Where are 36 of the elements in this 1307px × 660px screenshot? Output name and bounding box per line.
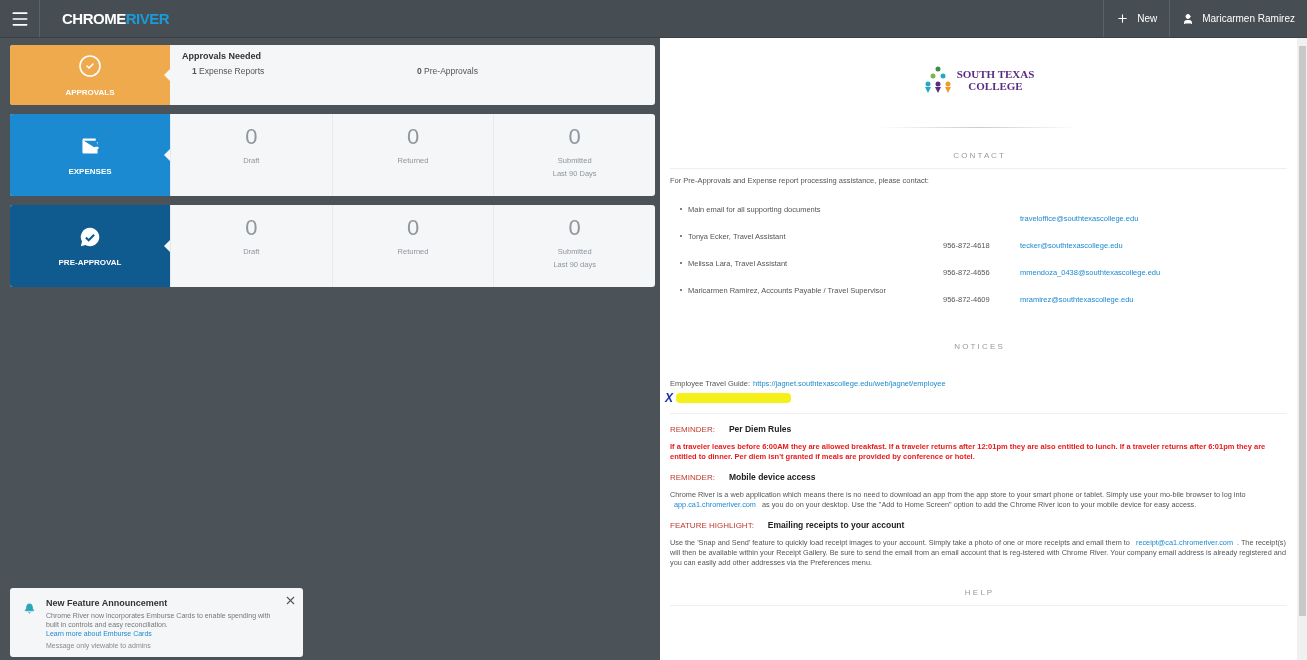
notice-title: Emailing receipts to your account <box>767 520 905 530</box>
check-circle-icon <box>78 53 102 78</box>
user-icon <box>1182 12 1195 25</box>
stat-value: 0 <box>245 124 258 150</box>
brand-logo-text: RIVER <box>125 10 169 27</box>
chat-check-icon <box>79 225 101 248</box>
section-heading: N O T I C E S <box>953 342 1004 353</box>
tile-tab[interactable]: EXPENSES <box>10 114 170 196</box>
notice-title: Per Diem Rules <box>728 424 792 434</box>
college-name: SOUTH TEXAS <box>956 68 1035 80</box>
bell-icon <box>24 603 35 614</box>
stat-value: 0 <box>568 124 581 150</box>
close-button[interactable] <box>284 594 297 607</box>
tile-tab[interactable]: PRE-APPROVAL <box>10 205 170 287</box>
notice-tag: REMINDER: <box>670 425 715 434</box>
new-button[interactable]: New <box>1103 0 1170 37</box>
stat-value: 0 <box>406 124 420 150</box>
college-name: COLLEGE <box>968 80 1023 92</box>
section-heading: C O N T A C T <box>952 151 1005 162</box>
stat-value: 0 <box>406 215 420 241</box>
plus-icon <box>1116 12 1130 25</box>
notice-title: Mobile device access <box>728 472 816 482</box>
stat-value: 0 <box>568 215 581 241</box>
brand-logo-text: CHROME <box>62 10 126 27</box>
pointer-notch <box>164 69 170 81</box>
college-logo-icon <box>922 65 953 95</box>
section-heading: H E L P <box>963 588 994 599</box>
user-menu-button[interactable]: Maricarmen Ramirez <box>1169 0 1307 37</box>
stat-value: 0 <box>245 215 258 241</box>
annotation-mark: X <box>665 391 673 405</box>
notice-tag: REMINDER: <box>670 473 715 482</box>
toast-title: New Feature Announcement <box>46 598 169 608</box>
approvals-heading: Approvals Needed <box>182 51 263 61</box>
approval-count[interactable]: 0 Pre-Approvals <box>417 66 643 76</box>
notice-tag: FEATURE HIGHLIGHT: <box>670 521 754 530</box>
approval-count[interactable]: 1 Expense Reports <box>192 66 417 76</box>
